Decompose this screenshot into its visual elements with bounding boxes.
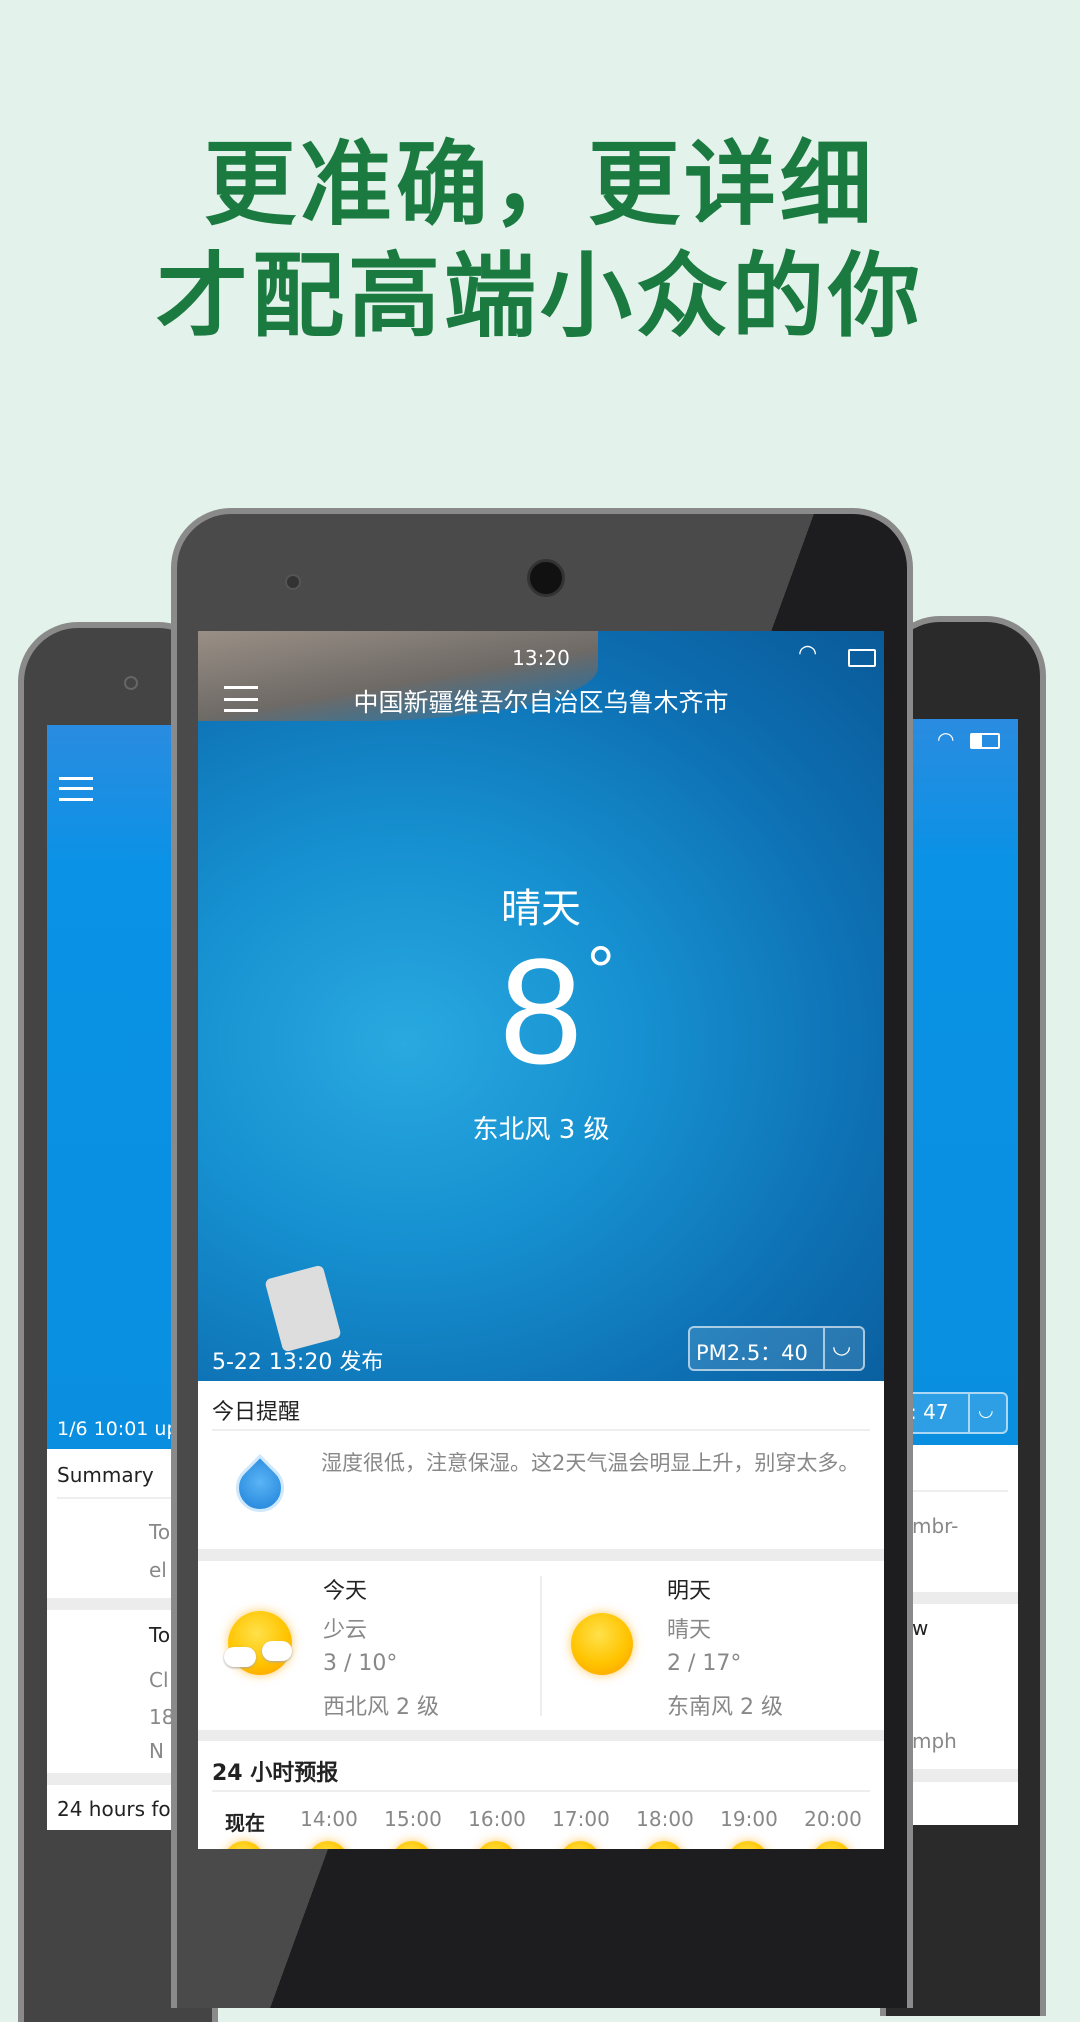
hour-label: 15:00: [384, 1807, 442, 1831]
sensor-icon: [285, 574, 301, 590]
wifi-icon: ◠: [798, 641, 818, 666]
pm25-badge[interactable]: PM2.5：40 ◡: [688, 1326, 865, 1371]
tomorrow-temps: 2 / 17°: [667, 1651, 742, 1676]
pm25-value: PM2.5：40: [696, 1341, 808, 1365]
hour-label: 20:00: [804, 1807, 862, 1831]
smiley-icon: ◡: [832, 1334, 852, 1359]
hour-weather-icon: [392, 1841, 432, 1849]
hour-label: 现在: [225, 1811, 265, 1835]
hour-weather-icon: [308, 1841, 348, 1849]
hour-label: 16:00: [468, 1807, 526, 1831]
camera-icon: [124, 676, 138, 690]
hour-weather-icon: [728, 1841, 768, 1849]
left-screen: 1/6 10:01 up Summary To el To Cl 18 N 24…: [47, 725, 171, 1830]
menu-icon[interactable]: [59, 777, 93, 801]
right-text: mph: [912, 1729, 957, 1753]
status-time: 13:20: [512, 646, 570, 670]
right-text: w: [912, 1616, 929, 1640]
summary-text: To: [149, 1520, 171, 1544]
right-screen: ◠ : 47 ◡ mbr- w mph: [912, 719, 1018, 1825]
update-text: 1/6 10:01 up: [57, 1418, 171, 1440]
today-condition: 少云: [323, 1618, 368, 1643]
hour-weather-icon: [560, 1841, 600, 1849]
reminder-text: 湿度很低，注意保湿。这2天气温会明显上升，别穿太多。: [321, 1451, 860, 1475]
hour-label: 19:00: [720, 1807, 778, 1831]
wifi-icon: ◠: [937, 727, 955, 751]
right-text: mbr-: [912, 1514, 959, 1538]
tomorrow-condition: 晴天: [667, 1618, 712, 1643]
today-text: Cl: [149, 1668, 169, 1692]
summary-text: el: [149, 1558, 167, 1582]
today-text: 18: [149, 1705, 171, 1729]
today-wind: 西北风 2 级: [323, 1695, 439, 1720]
battery-charging-icon: [848, 649, 876, 667]
hour-weather-icon: [644, 1841, 684, 1849]
sunny-icon: [571, 1613, 633, 1675]
published-time: 5-22 13:20 发布: [212, 1350, 384, 1375]
battery-icon: [970, 733, 1000, 749]
hourly-list: 现在 14:00 15:00 16:00 17:00 18:00 19:00 20:00: [198, 1807, 884, 1849]
summary-label: Summary: [57, 1463, 154, 1487]
hourly-title: 24 小时预报: [212, 1761, 339, 1786]
hour-label: 17:00: [552, 1807, 610, 1831]
hour-label: 18:00: [636, 1807, 694, 1831]
hour-weather-icon: [224, 1841, 264, 1849]
hour-label: 14:00: [300, 1807, 358, 1831]
temperature: 8 °: [499, 927, 615, 1095]
location-title[interactable]: 中国新疆维吾尔自治区乌鲁木齐市: [198, 683, 884, 719]
tomorrow-wind: 东南风 2 级: [667, 1695, 783, 1720]
smiley-icon: ◡: [978, 1400, 994, 1421]
hour-weather-icon: [812, 1841, 852, 1849]
wind: 东北风 3 级: [472, 1115, 610, 1145]
today-text: N: [149, 1739, 164, 1763]
boat: [264, 1264, 342, 1353]
pm-value: : 47: [912, 1400, 949, 1424]
front-camera-icon: [527, 559, 565, 597]
today-label: 今天: [323, 1579, 368, 1604]
partly-cloudy-icon: [224, 1611, 292, 1675]
today-text: To: [149, 1623, 171, 1647]
center-screen: 13:20 ◠ 中国新疆维吾尔自治区乌鲁木齐市 晴天 8 ° 东北风 3 级 5-…: [198, 631, 884, 1849]
tomorrow-label: 明天: [667, 1579, 712, 1604]
forecast-label: 24 hours fo: [57, 1797, 171, 1821]
condition: 晴天: [501, 886, 581, 932]
today-temps: 3 / 10°: [323, 1651, 398, 1676]
headline-line2: 才配高端小众的你: [155, 243, 924, 350]
reminder-title: 今日提醒: [212, 1400, 301, 1425]
hour-weather-icon: [476, 1841, 516, 1849]
